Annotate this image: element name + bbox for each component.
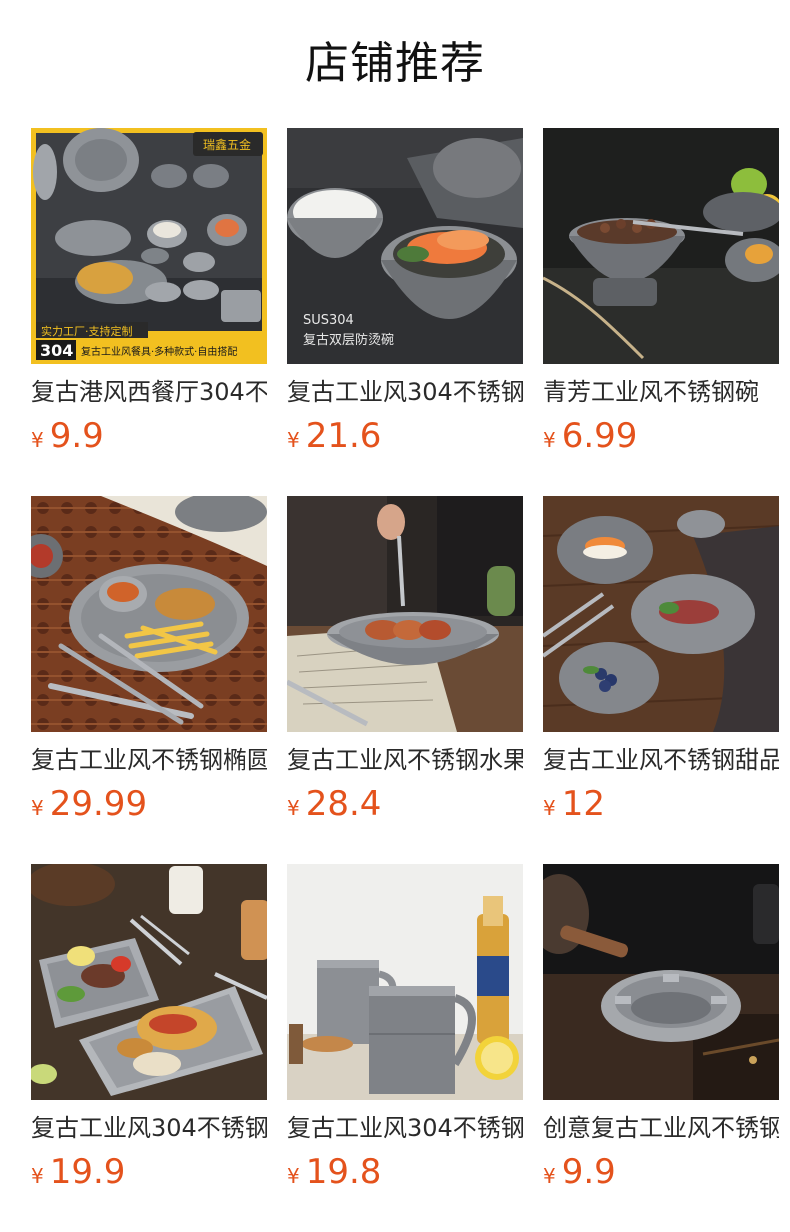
product-card[interactable]: SUS304 复古双层防烫碗 复古工业风304不锈钢双层碗 ¥21.6 bbox=[287, 128, 523, 458]
product-name[interactable]: 复古工业风不锈钢甜品盘 bbox=[543, 742, 779, 778]
price-amount: 28.4 bbox=[305, 784, 382, 824]
product-image-stainless-tableware-set[interactable]: 瑞鑫五金 实力工厂·支持定制 304 复古工业风餐具·多种款式·自由搭配 bbox=[31, 128, 267, 364]
product-price: ¥6.99 bbox=[543, 414, 637, 458]
currency-symbol: ¥ bbox=[287, 796, 300, 820]
sus304-label: SUS304 bbox=[303, 313, 354, 328]
product-card[interactable]: 复古工业风不锈钢椭圆盘 ¥29.99 bbox=[31, 496, 267, 826]
product-image-mugs[interactable] bbox=[287, 864, 523, 1100]
product-image-dessert-plates[interactable] bbox=[543, 496, 779, 732]
product-price: ¥12 bbox=[543, 782, 605, 826]
section-title: 店铺推荐 bbox=[305, 38, 485, 89]
currency-symbol: ¥ bbox=[287, 1164, 300, 1188]
product-name[interactable]: 复古工业风不锈钢椭圆盘 bbox=[31, 742, 267, 778]
product-price: ¥9.9 bbox=[31, 414, 104, 458]
price-amount: 6.99 bbox=[561, 416, 638, 456]
product-card[interactable]: 复古工业风不锈钢甜品盘 ¥12 bbox=[543, 496, 779, 826]
product-image-ashtray[interactable] bbox=[543, 864, 779, 1100]
currency-symbol: ¥ bbox=[543, 796, 556, 820]
product-card[interactable]: 创意复古工业风不锈钢烟灰缸 ¥9.9 bbox=[543, 864, 779, 1194]
product-name[interactable]: 复古工业风不锈钢水果盘 bbox=[287, 742, 523, 778]
currency-symbol: ¥ bbox=[543, 428, 556, 452]
product-image-square-trays[interactable] bbox=[31, 864, 267, 1100]
product-card[interactable]: 复古工业风304不锈钢杯 ¥19.8 bbox=[287, 864, 523, 1194]
product-name[interactable]: 复古工业风304不锈钢杯 bbox=[287, 1110, 523, 1146]
product-image-cereal-bowl[interactable] bbox=[543, 128, 779, 364]
bowl-feature-label: 复古双层防烫碗 bbox=[303, 332, 394, 348]
product-name[interactable]: 复古工业风304不锈钢方盘 bbox=[31, 1110, 267, 1146]
product-price: ¥29.99 bbox=[31, 782, 147, 826]
price-amount: 12 bbox=[561, 784, 605, 824]
currency-symbol: ¥ bbox=[31, 428, 44, 452]
product-name[interactable]: 复古港风西餐厅304不锈钢餐具 bbox=[31, 374, 267, 410]
product-card[interactable]: 瑞鑫五金 实力工厂·支持定制 304 复古工业风餐具·多种款式·自由搭配 复古港… bbox=[31, 128, 267, 458]
product-image-double-wall-bowl[interactable]: SUS304 复古双层防烫碗 bbox=[287, 128, 523, 364]
currency-symbol: ¥ bbox=[287, 428, 300, 452]
product-price: ¥19.8 bbox=[287, 1150, 381, 1194]
product-name[interactable]: 复古工业风304不锈钢双层碗 bbox=[287, 374, 523, 410]
product-card[interactable]: 复古工业风304不锈钢方盘 ¥19.9 bbox=[31, 864, 267, 1194]
product-card[interactable]: 复古工业风不锈钢水果盘 ¥28.4 bbox=[287, 496, 523, 826]
price-amount: 19.8 bbox=[305, 1152, 382, 1192]
price-amount: 9.9 bbox=[49, 416, 104, 456]
recommendation-page: 店铺推荐 瑞鑫五金 实力工厂·支持定制 304 复古工业风餐具·多种款式·自由搭… bbox=[0, 0, 790, 1232]
price-amount: 29.99 bbox=[49, 784, 148, 824]
currency-symbol: ¥ bbox=[543, 1164, 556, 1188]
currency-symbol: ¥ bbox=[31, 796, 44, 820]
price-amount: 9.9 bbox=[561, 1152, 616, 1192]
product-card[interactable]: 青芳工业风不锈钢碗 ¥6.99 bbox=[543, 128, 779, 458]
price-amount: 19.9 bbox=[49, 1152, 126, 1192]
product-price: ¥28.4 bbox=[287, 782, 381, 826]
product-price: ¥21.6 bbox=[287, 414, 381, 458]
product-image-oval-plate-fries[interactable] bbox=[31, 496, 267, 732]
product-name[interactable]: 创意复古工业风不锈钢烟灰缸 bbox=[543, 1110, 779, 1146]
product-price: ¥9.9 bbox=[543, 1150, 616, 1194]
promo-label: 实力工厂·支持定制 bbox=[41, 324, 133, 338]
brand-label: 瑞鑫五金 bbox=[203, 137, 251, 152]
badge-304: 304 bbox=[40, 341, 73, 360]
price-amount: 21.6 bbox=[305, 416, 382, 456]
tagline-label: 复古工业风餐具·多种款式·自由搭配 bbox=[81, 345, 237, 358]
product-price: ¥19.9 bbox=[31, 1150, 125, 1194]
product-name[interactable]: 青芳工业风不锈钢碗 bbox=[543, 374, 779, 410]
product-image-fruit-dish[interactable] bbox=[287, 496, 523, 732]
currency-symbol: ¥ bbox=[31, 1164, 44, 1188]
